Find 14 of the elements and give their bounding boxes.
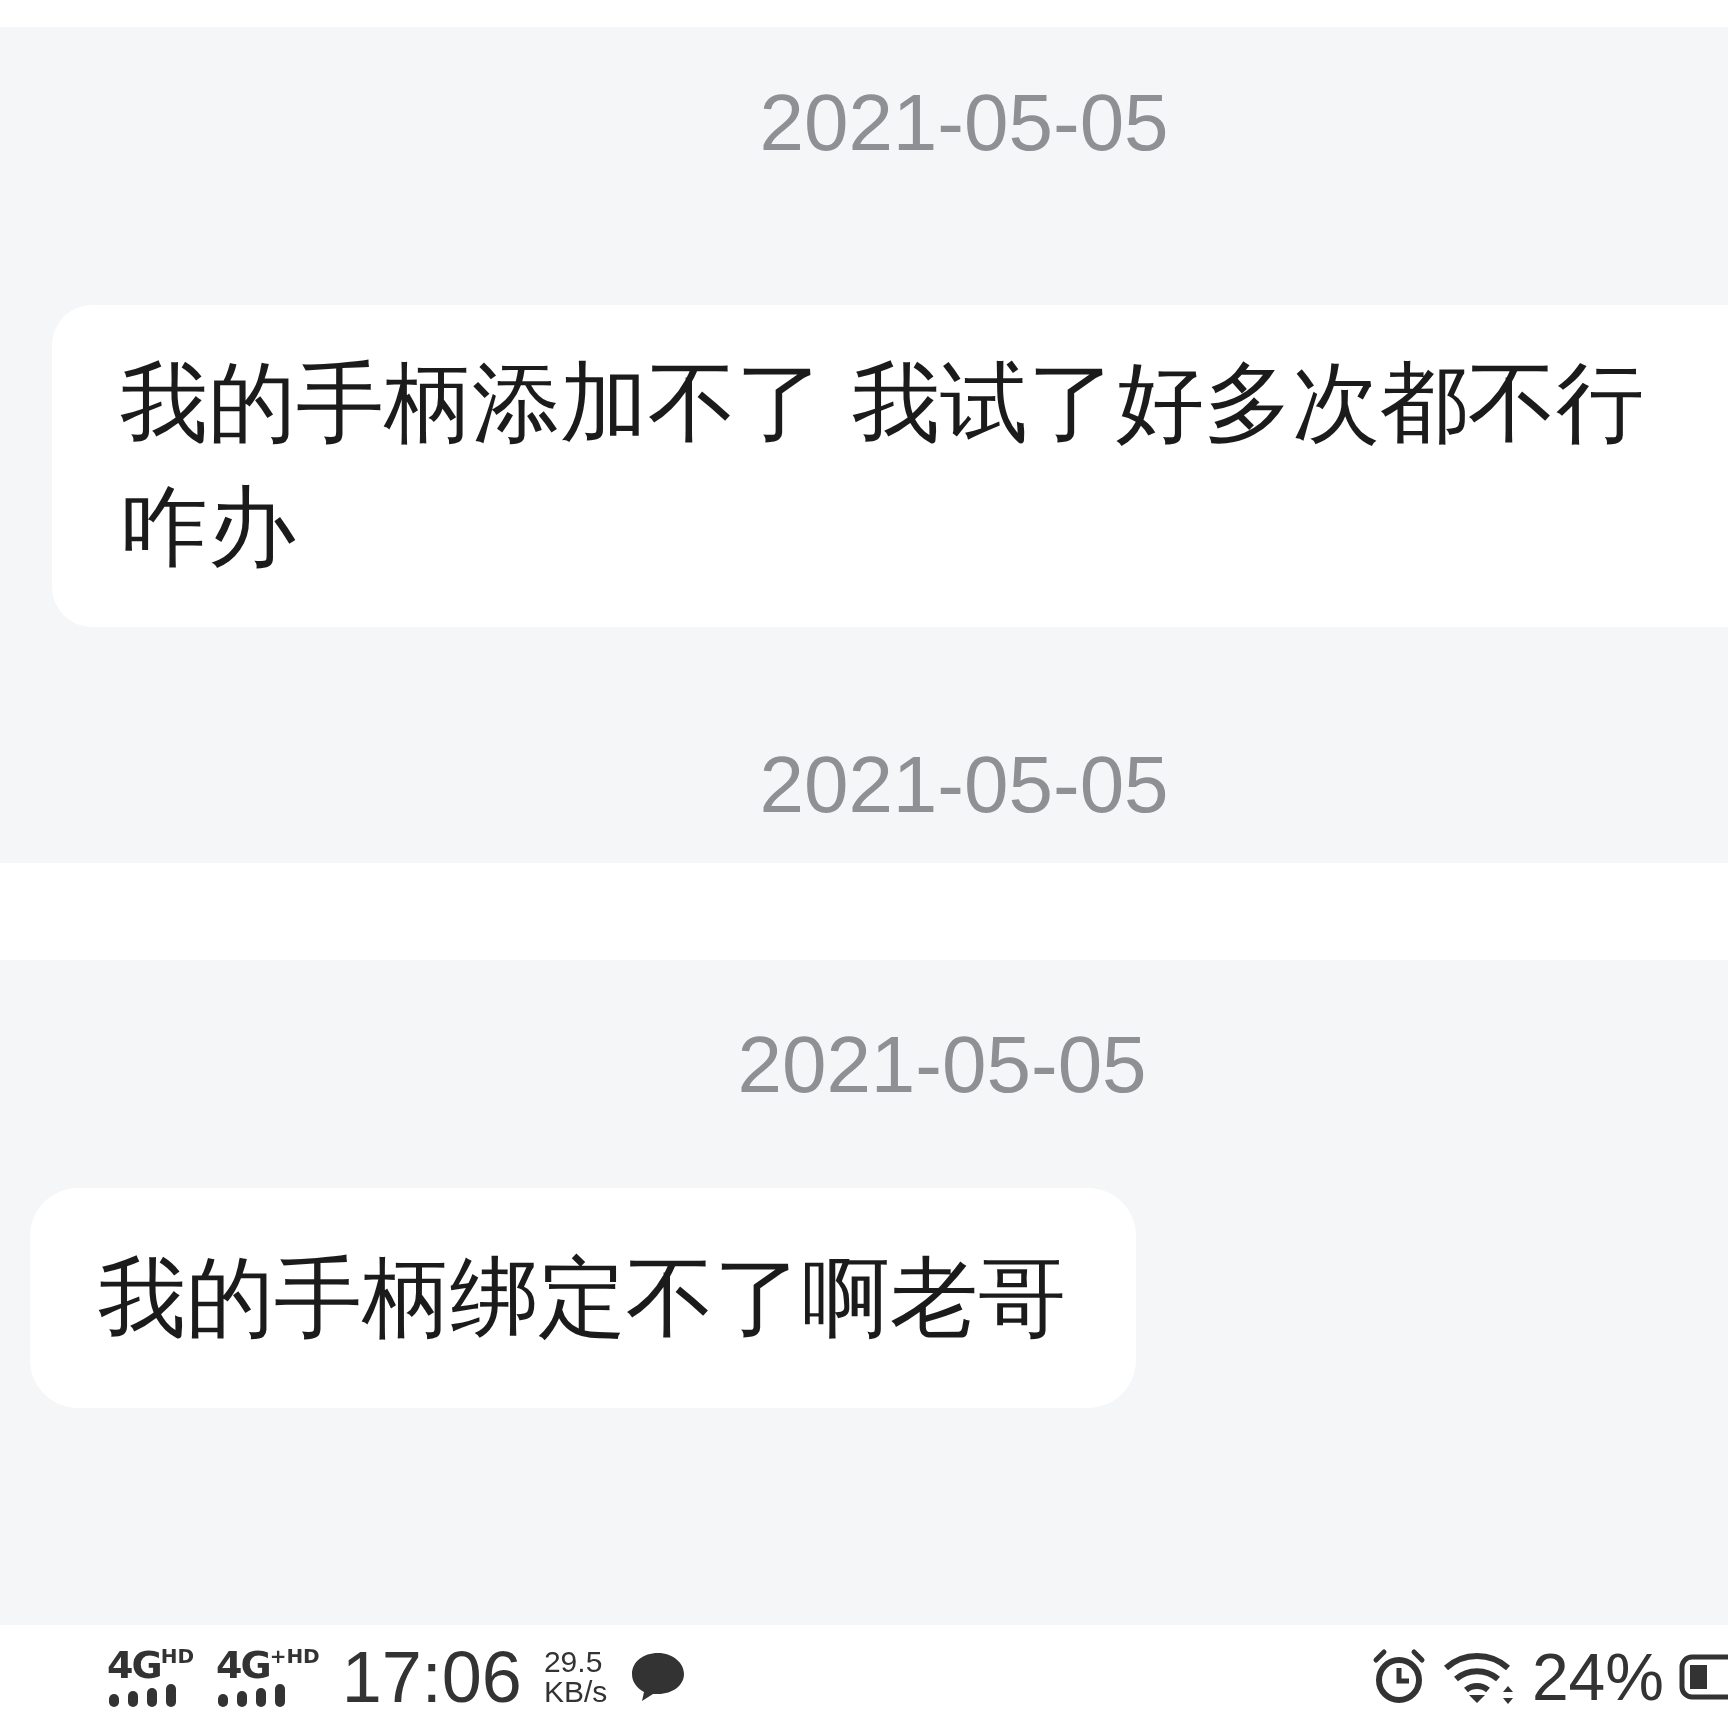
battery-icon — [1678, 1653, 1728, 1700]
message-date: 2021-05-05 — [737, 1019, 1147, 1111]
network-tag: +HD — [269, 1645, 320, 1666]
message-date: 2021-05-05 — [759, 77, 1169, 170]
clock-time: 17:06 — [341, 1635, 522, 1718]
message-text: 我的手柄添加不了 我试了好多次都不行咋办 — [120, 350, 1644, 578]
network-label: 4G — [107, 1645, 161, 1684]
battery-percent: 24% — [1531, 1638, 1664, 1715]
network-speed: 29.5 — [543, 1646, 604, 1677]
network-label: 4G — [216, 1645, 270, 1684]
speed-unit: KB/s — [543, 1676, 608, 1707]
message-date: 2021-05-05 — [759, 738, 1169, 831]
message-text: 我的手柄绑定不了啊老哥 — [98, 1246, 1066, 1349]
network-tag: HD — [160, 1645, 194, 1666]
